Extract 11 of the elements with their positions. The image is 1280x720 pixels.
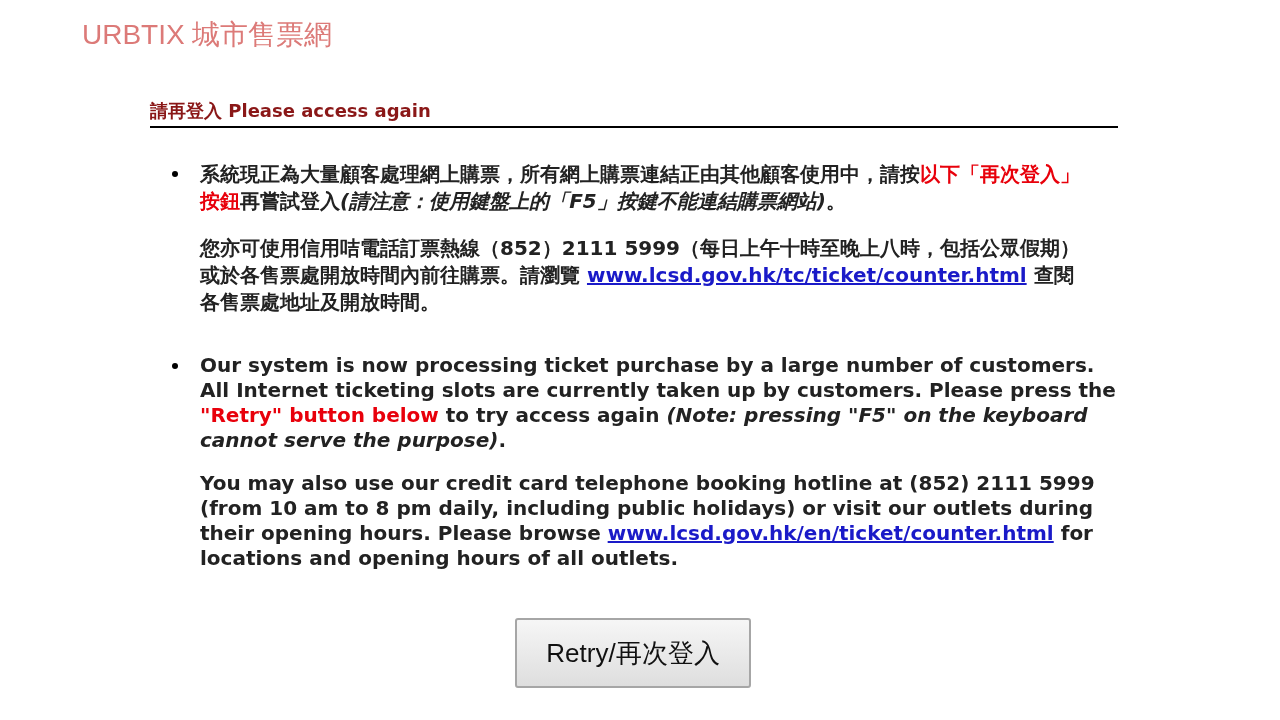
link[interactable]: www.lcsd.gov.hk/en/ticket/counter.html <box>607 521 1054 545</box>
notice-paragraph: Our system is now processing ticket purchase by a large number of customers. All Internet ticketing slots are currently taken up by customers. Please press the "Retry" button below to try access again (Note: pressing "F5" on the keyboard cannot serve the purpose). <box>200 353 1117 453</box>
retry-button[interactable]: Retry/再次登入 <box>515 618 751 688</box>
bullet-icon <box>172 171 178 177</box>
notice-paragraph: 系統現正為大量顧客處理網上購票，所有網上購票連結正由其他顧客使用中，請按以下「再次登入」按鈕再嘗試登入(請注意：使用鍵盤上的「F5」按鍵不能連結購票網站)。 <box>200 161 1081 215</box>
link[interactable]: www.lcsd.gov.hk/tc/ticket/counter.html <box>586 263 1027 287</box>
bullet-icon <box>172 363 178 369</box>
page-heading: 請再登入 Please access again <box>150 100 431 121</box>
notice-paragraph: 您亦可使用信用咭電話訂票熱線（852）2111 5999（每日上午十時至晚上八時，包括公眾假期）或於各售票處開放時間內前往購票。請瀏覽 www.lcsd.gov.hk/tc/ticket/counter.html 查閱各售票處地址及開放時間。 <box>200 235 1082 316</box>
site-logo: URBTIX 城市售票網 <box>82 19 333 50</box>
notice-paragraph: You may also use our credit card telephone booking hotline at (852) 2111 5999 (from 10 am to 8 pm daily, including public holidays) or visit our outlets during their opening hours. Please browse www.lcsd.gov.hk/en/ticket/counter.html for locations and opening hours of all outlets. <box>200 471 1096 571</box>
